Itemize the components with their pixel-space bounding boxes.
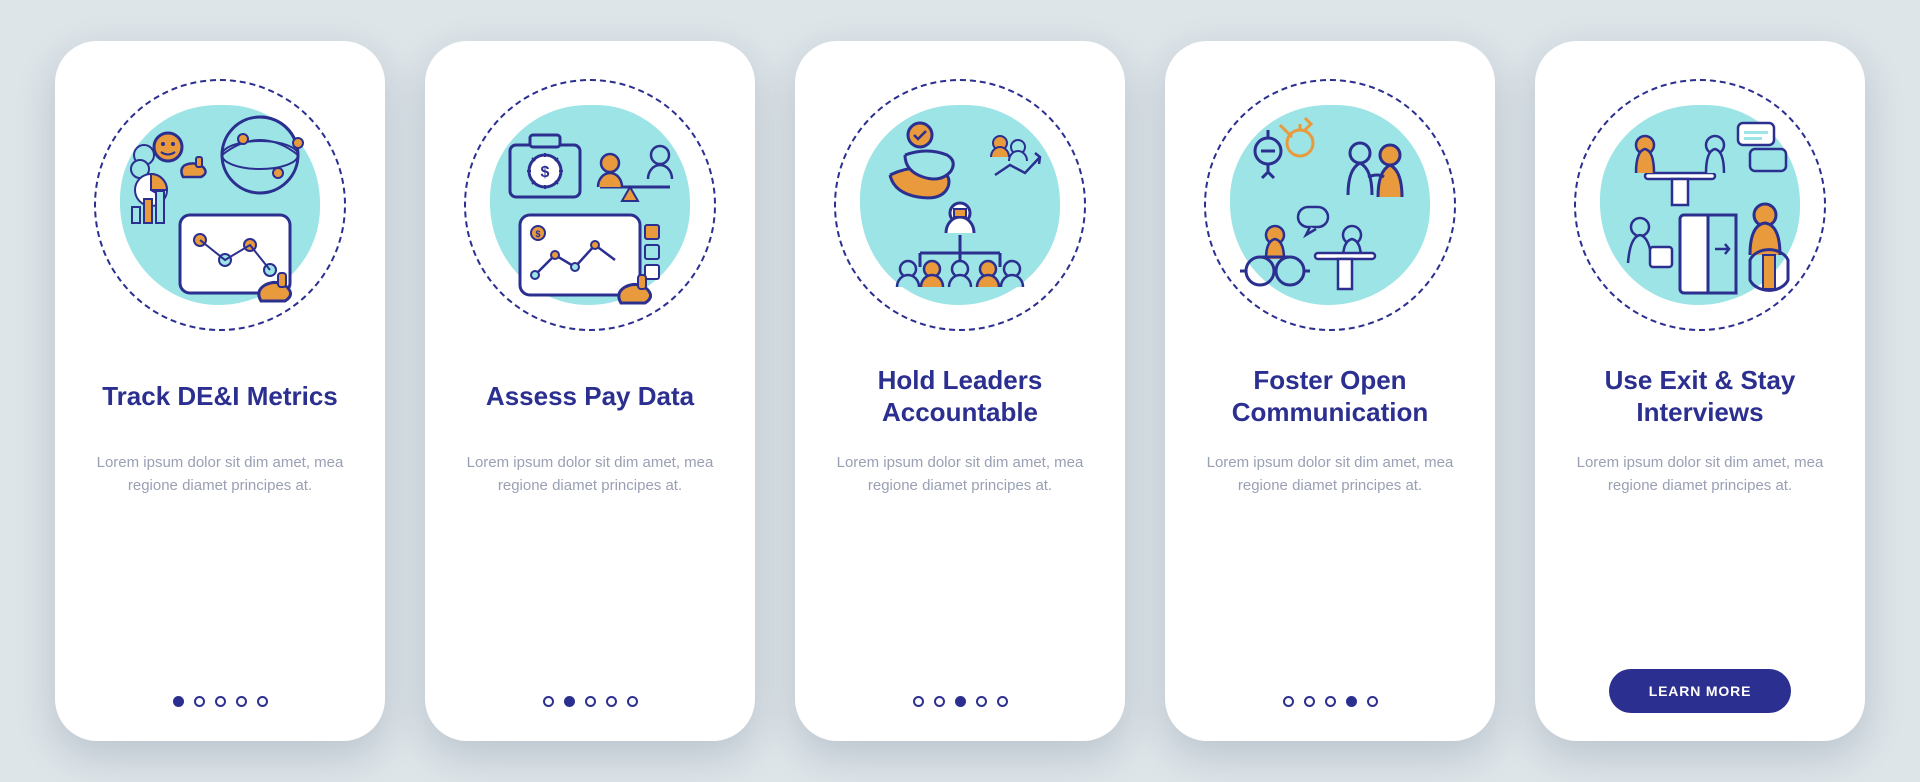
dot-5[interactable] — [257, 696, 268, 707]
card-body: Lorem ipsum dolor sit dim amet, mea regi… — [447, 451, 733, 498]
card-title: Track DE&I Metrics — [94, 363, 346, 429]
dot-4[interactable] — [1346, 696, 1357, 707]
card-title: Hold Leaders Accountable — [817, 363, 1103, 429]
svg-text:$: $ — [541, 164, 550, 181]
card-body: Lorem ipsum dolor sit dim amet, mea regi… — [1557, 451, 1843, 498]
onboarding-card-5: Use Exit & Stay Interviews Lorem ipsum d… — [1535, 41, 1865, 741]
dot-3[interactable] — [955, 696, 966, 707]
dot-5[interactable] — [1367, 696, 1378, 707]
onboarding-card-2: $ $ A — [425, 41, 755, 741]
pagination-dots — [1283, 696, 1378, 707]
onboarding-card-3: Hold Leaders Accountable Lorem ipsum dol… — [795, 41, 1125, 741]
card-body: Lorem ipsum dolor sit dim amet, mea regi… — [1187, 451, 1473, 498]
dot-3[interactable] — [585, 696, 596, 707]
leaders-illustration — [830, 75, 1090, 335]
pay-data-icon: $ $ — [480, 95, 700, 315]
dot-4[interactable] — [236, 696, 247, 707]
leaders-icon — [850, 95, 1070, 315]
svg-text:$: $ — [535, 229, 540, 239]
onboarding-cards-row: Track DE&I Metrics Lorem ipsum dolor sit… — [55, 41, 1865, 741]
onboarding-card-1: Track DE&I Metrics Lorem ipsum dolor sit… — [55, 41, 385, 741]
pagination-dots — [173, 696, 268, 707]
dot-3[interactable] — [215, 696, 226, 707]
communication-icon — [1220, 95, 1440, 315]
metrics-illustration — [90, 75, 350, 335]
dot-1[interactable] — [173, 696, 184, 707]
dot-1[interactable] — [1283, 696, 1294, 707]
dot-3[interactable] — [1325, 696, 1336, 707]
dot-2[interactable] — [564, 696, 575, 707]
card-title: Foster Open Communication — [1187, 363, 1473, 429]
card-body: Lorem ipsum dolor sit dim amet, mea regi… — [77, 451, 363, 498]
card-title: Use Exit & Stay Interviews — [1557, 363, 1843, 429]
pagination-dots — [913, 696, 1008, 707]
card-body: Lorem ipsum dolor sit dim amet, mea regi… — [817, 451, 1103, 498]
onboarding-card-4: Foster Open Communication Lorem ipsum do… — [1165, 41, 1495, 741]
dot-4[interactable] — [606, 696, 617, 707]
learn-more-button[interactable]: LEARN MORE — [1609, 669, 1792, 713]
dot-2[interactable] — [934, 696, 945, 707]
dot-5[interactable] — [997, 696, 1008, 707]
dot-5[interactable] — [627, 696, 638, 707]
pagination-dots — [543, 696, 638, 707]
card-title: Assess Pay Data — [478, 363, 702, 429]
metrics-icon — [110, 95, 330, 315]
dot-1[interactable] — [543, 696, 554, 707]
dot-1[interactable] — [913, 696, 924, 707]
pay-data-illustration: $ $ — [460, 75, 720, 335]
dot-2[interactable] — [1304, 696, 1315, 707]
communication-illustration — [1200, 75, 1460, 335]
interviews-illustration — [1570, 75, 1830, 335]
interviews-icon — [1590, 95, 1810, 315]
dot-2[interactable] — [194, 696, 205, 707]
dot-4[interactable] — [976, 696, 987, 707]
